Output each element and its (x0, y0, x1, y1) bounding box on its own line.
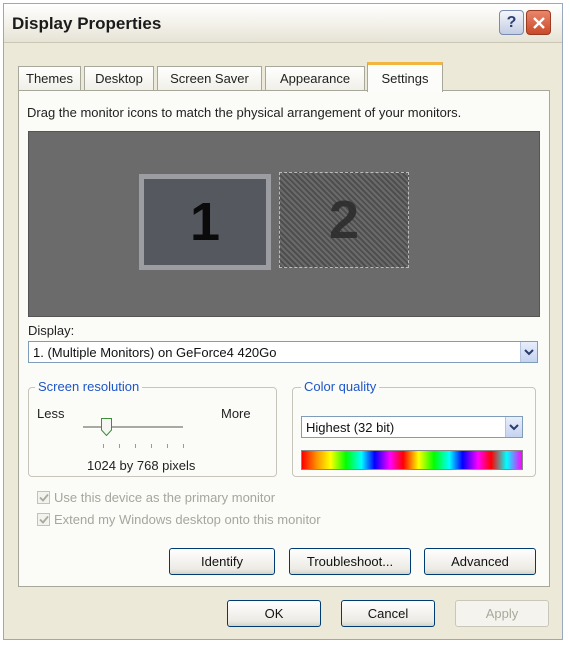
settings-panel: Drag the monitor icons to match the phys… (18, 90, 550, 587)
close-icon (532, 16, 545, 29)
color-quality-group: Color quality Highest (32 bit) (292, 379, 536, 477)
window-title: Display Properties (12, 14, 162, 33)
tab-settings[interactable]: Settings (367, 62, 443, 92)
cancel-button[interactable]: Cancel (341, 600, 435, 627)
monitor-2-icon[interactable]: 2 (279, 172, 409, 268)
chevron-down-icon (524, 348, 534, 355)
advanced-button[interactable]: Advanced (424, 548, 536, 575)
tab-screen-saver[interactable]: Screen Saver (157, 66, 262, 90)
resolution-less-label: Less (37, 406, 65, 421)
primary-monitor-checkbox-row[interactable]: Use this device as the primary monitor (37, 490, 275, 505)
slider-tick (183, 444, 184, 448)
checkmark-icon (38, 493, 49, 502)
help-button[interactable]: ? (499, 10, 524, 35)
display-select-value: 1. (Multiple Monitors) on GeForce4 420Go (33, 344, 277, 360)
ok-button[interactable]: OK (227, 600, 321, 627)
resolution-value: 1024 by 768 pixels (87, 458, 196, 473)
primary-monitor-checkbox[interactable] (37, 491, 50, 504)
instruction-text: Drag the monitor icons to match the phys… (27, 105, 462, 120)
color-quality-legend: Color quality (301, 379, 380, 394)
resolution-slider-thumb[interactable] (101, 418, 112, 436)
color-quality-dropdown-button[interactable] (505, 417, 522, 437)
slider-tick (167, 444, 168, 448)
slider-tick (103, 444, 104, 448)
color-quality-select[interactable]: Highest (32 bit) (301, 416, 523, 438)
color-spectrum-bar (301, 450, 523, 470)
screen-resolution-legend: Screen resolution (35, 379, 143, 394)
monitor-2-number: 2 (328, 190, 360, 250)
display-label: Display: (28, 323, 75, 338)
slider-tick (135, 444, 136, 448)
troubleshoot-button[interactable]: Troubleshoot... (289, 548, 411, 575)
question-mark-icon: ? (506, 13, 517, 31)
monitor-1-icon[interactable]: 1 (139, 174, 271, 270)
tab-desktop[interactable]: Desktop (84, 66, 154, 90)
monitor-1-number: 1 (189, 192, 221, 252)
monitor-arrangement-area: 1 2 (28, 131, 540, 317)
display-select[interactable]: 1. (Multiple Monitors) on GeForce4 420Go (28, 341, 538, 363)
screen-resolution-group: Screen resolution Less More 1024 by 768 … (28, 379, 277, 477)
primary-monitor-label: Use this device as the primary monitor (54, 490, 276, 505)
resolution-slider-track[interactable] (83, 426, 183, 429)
slider-tick (151, 444, 152, 448)
tab-appearance[interactable]: Appearance (265, 66, 365, 90)
display-dropdown-button[interactable] (520, 342, 537, 362)
chevron-down-icon (509, 423, 519, 430)
slider-tick (119, 444, 120, 448)
title-bar[interactable]: Display Properties ? (4, 4, 562, 43)
checkmark-icon (38, 515, 49, 524)
identify-button[interactable]: Identify (169, 548, 275, 575)
extend-desktop-checkbox[interactable] (37, 513, 50, 526)
resolution-more-label: More (221, 406, 251, 421)
extend-desktop-checkbox-row[interactable]: Extend my Windows desktop onto this moni… (37, 512, 321, 527)
close-button[interactable] (526, 10, 551, 35)
display-properties-window: Display Properties ? Themes Desktop Scre… (3, 3, 563, 640)
apply-button[interactable]: Apply (455, 600, 549, 627)
tab-themes[interactable]: Themes (18, 66, 81, 90)
color-quality-value: Highest (32 bit) (306, 419, 395, 435)
extend-desktop-label: Extend my Windows desktop onto this moni… (54, 512, 321, 527)
